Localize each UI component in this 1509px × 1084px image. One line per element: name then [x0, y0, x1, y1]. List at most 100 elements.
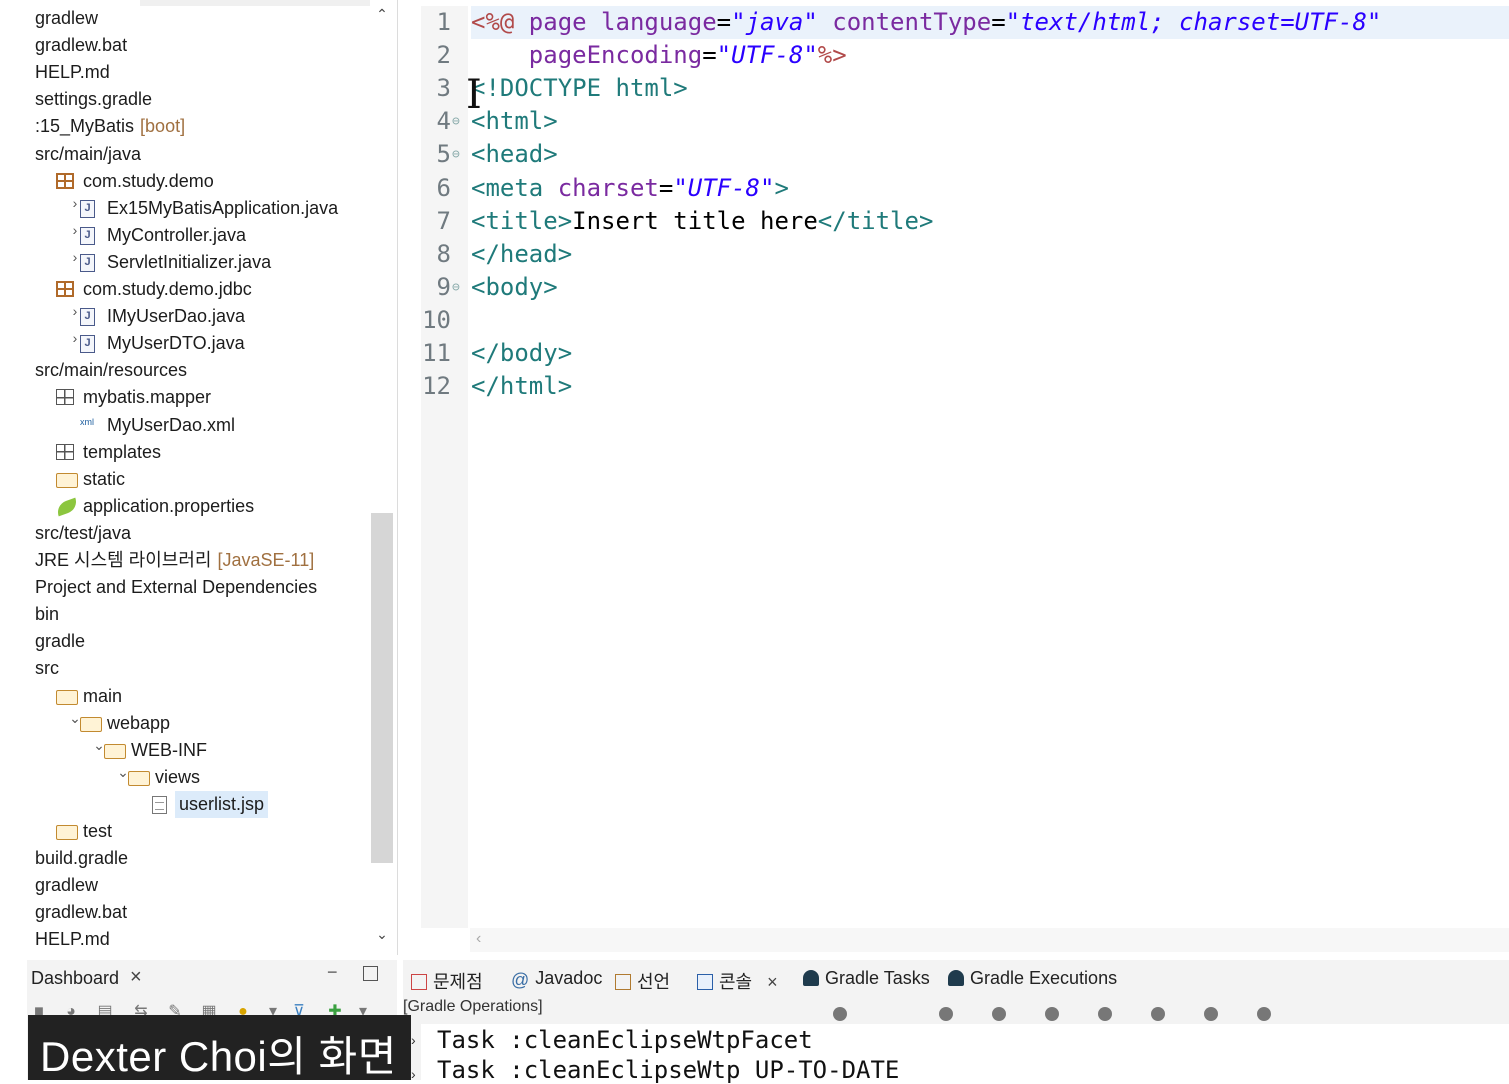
- code-line[interactable]: 12 </html>: [403, 370, 1503, 403]
- dashboard-tab[interactable]: Dashboard: [31, 968, 119, 989]
- scroll-left-icon[interactable]: ‹: [476, 930, 481, 948]
- toolbar-button[interactable]: [992, 1007, 1006, 1021]
- code-editor[interactable]: 1 <%@ page language="java" contentType="t…: [403, 0, 1509, 955]
- code-text: <meta charset="UTF-8">: [471, 172, 789, 205]
- tree-item[interactable]: templates: [83, 439, 161, 466]
- fold-toggle-icon[interactable]: ⊖: [452, 138, 460, 171]
- code-line[interactable]: 4 ⊖ <html>: [403, 105, 1503, 138]
- tree-item[interactable]: HELP.md: [35, 59, 110, 86]
- scroll-up-icon[interactable]: ⌃: [371, 6, 393, 23]
- code-line[interactable]: 9 ⊖ <body>: [403, 271, 1503, 304]
- tree-item[interactable]: src/main/java: [35, 141, 141, 168]
- tree-item[interactable]: gradlew: [35, 5, 98, 32]
- tab-javadoc[interactable]: @ Javadoc: [511, 968, 602, 990]
- tree-item[interactable]: Project and External Dependencies: [35, 574, 317, 601]
- toolbar-button[interactable]: [1257, 1007, 1271, 1021]
- explorer-scrollbar[interactable]: ⌃ ⌄: [371, 0, 393, 955]
- tree-item[interactable]: webapp: [107, 710, 170, 737]
- java-file-icon: J: [80, 335, 95, 354]
- code-token: html>: [615, 74, 688, 103]
- code-line[interactable]: 10: [403, 304, 1503, 337]
- code-line[interactable]: 3 <!DOCTYPE html>: [403, 72, 1503, 105]
- toolbar-button[interactable]: [1151, 1007, 1165, 1021]
- toolbar-button[interactable]: [1045, 1007, 1059, 1021]
- tree-item[interactable]: src: [35, 655, 59, 682]
- tree-item[interactable]: MyUserDTO.java: [107, 330, 245, 357]
- fold-toggle-icon[interactable]: ⊖: [452, 271, 460, 304]
- code-line[interactable]: 8 </head>: [403, 238, 1503, 271]
- code-token: </body>: [471, 339, 573, 367]
- tree-item[interactable]: static: [83, 466, 125, 493]
- tree-item[interactable]: main: [83, 683, 122, 710]
- tree-item[interactable]: views: [155, 764, 200, 791]
- tree-item[interactable]: src/main/resources: [35, 357, 187, 384]
- tree-item[interactable]: ServletInitializer.java: [107, 249, 271, 276]
- scrollbar-thumb[interactable]: [371, 513, 393, 863]
- toolbar-button[interactable]: [1098, 1007, 1112, 1021]
- tab-label: 콘솔: [719, 972, 753, 992]
- maximize-icon[interactable]: [363, 966, 378, 981]
- console-line: Task :cleanEclipseWtpFacet: [437, 1026, 813, 1054]
- tree-item[interactable]: IMyUserDao.java: [107, 303, 245, 330]
- tree-item-label: mybatis.mapper: [83, 387, 212, 408]
- dashboard-close-icon[interactable]: ×: [130, 966, 142, 989]
- tree-item[interactable]: gradlew.bat: [35, 899, 127, 926]
- tree-item[interactable]: MyController.java: [107, 222, 246, 249]
- toolbar-button[interactable]: [1204, 1007, 1218, 1021]
- text-cursor-icon: I: [466, 72, 482, 118]
- console-panel: 문제점 @ Javadoc 선언 콘솔 × Gradle Tasks Gradle…: [403, 960, 1509, 1084]
- toolbar-button[interactable]: [939, 1007, 953, 1021]
- tree-item[interactable]: settings.gradle: [35, 86, 152, 113]
- code-line[interactable]: 7 <title>Insert title here</title>: [403, 205, 1503, 238]
- tree-item-label: gradle: [35, 631, 86, 652]
- tree-item[interactable]: bin: [35, 601, 59, 628]
- tree-item-label: Project and External Dependencies: [35, 577, 318, 598]
- code-token: contentType: [832, 8, 992, 36]
- tree-item[interactable]: gradlew.bat: [35, 32, 127, 59]
- scroll-down-icon[interactable]: ⌄: [371, 926, 393, 943]
- folder-icon: [56, 689, 78, 705]
- tab-declaration[interactable]: 선언: [615, 968, 670, 994]
- tab-gradle-tasks[interactable]: Gradle Tasks: [803, 968, 930, 989]
- tree-item[interactable]: build.gradle: [35, 845, 128, 872]
- gradle-tasks-icon: [803, 970, 819, 986]
- tree-item-decoration: [JavaSE-11]: [217, 550, 315, 570]
- tree-item[interactable]: mybatis.mapper: [83, 384, 211, 411]
- tree-item[interactable]: WEB-INF: [131, 737, 207, 764]
- code-token: </head>: [471, 239, 573, 268]
- tree-item[interactable]: :15_MyBatis [boot]: [35, 113, 185, 140]
- tree-item[interactable]: src/test/java: [35, 520, 131, 547]
- editor-horizontal-scrollbar[interactable]: ‹: [470, 928, 1509, 952]
- code-line[interactable]: 5 ⊖ <head>: [403, 138, 1503, 171]
- code-token: =: [991, 8, 1006, 36]
- tab-problems[interactable]: 문제점: [411, 968, 483, 994]
- tree-item[interactable]: HELP.md: [35, 926, 110, 953]
- tree-item[interactable]: com.study.demo: [83, 168, 214, 195]
- tree-item[interactable]: com.study.demo.jdbc: [83, 276, 252, 303]
- tree-item[interactable]: JRE 시스템 라이브러리 [JavaSE-11]: [35, 547, 314, 574]
- console-output[interactable]: › Task :cleanEclipseWtpFacet › Task :cle…: [411, 1024, 1509, 1084]
- toolbar-button[interactable]: [833, 1007, 847, 1021]
- line-number: 3: [436, 74, 451, 103]
- tab-gradle-executions[interactable]: Gradle Executions: [948, 968, 1117, 989]
- tree-item[interactable]: gradlew: [35, 872, 98, 899]
- tree-item[interactable]: application.properties: [83, 493, 254, 520]
- code-line[interactable]: 6 <meta charset="UTF-8">: [403, 172, 1503, 205]
- code-text: <html>: [471, 105, 558, 138]
- code-token: "UTF-8": [673, 173, 775, 202]
- tree-item[interactable]: userlist.jsp: [175, 790, 269, 818]
- code-text: <!DOCTYPE html>: [471, 72, 688, 105]
- tree-item[interactable]: gradle: [35, 628, 85, 655]
- tree-item[interactable]: Ex15MyBatisApplication.java: [107, 195, 338, 222]
- code-text: </html>: [471, 370, 572, 403]
- tree-item[interactable]: test: [83, 818, 112, 845]
- code-line[interactable]: 2 pageEncoding="UTF-8"%>: [403, 39, 1503, 72]
- console-close-icon[interactable]: ×: [767, 972, 778, 992]
- tree-item[interactable]: MyUserDao.xml: [107, 412, 235, 439]
- code-line[interactable]: 1 <%@ page language="java" contentType="t…: [403, 6, 1503, 39]
- minimize-icon[interactable]: −: [327, 962, 338, 983]
- code-line[interactable]: 11 </body>: [403, 337, 1503, 370]
- fold-toggle-icon[interactable]: ⊖: [452, 105, 460, 138]
- tab-console[interactable]: 콘솔 ×: [697, 968, 778, 994]
